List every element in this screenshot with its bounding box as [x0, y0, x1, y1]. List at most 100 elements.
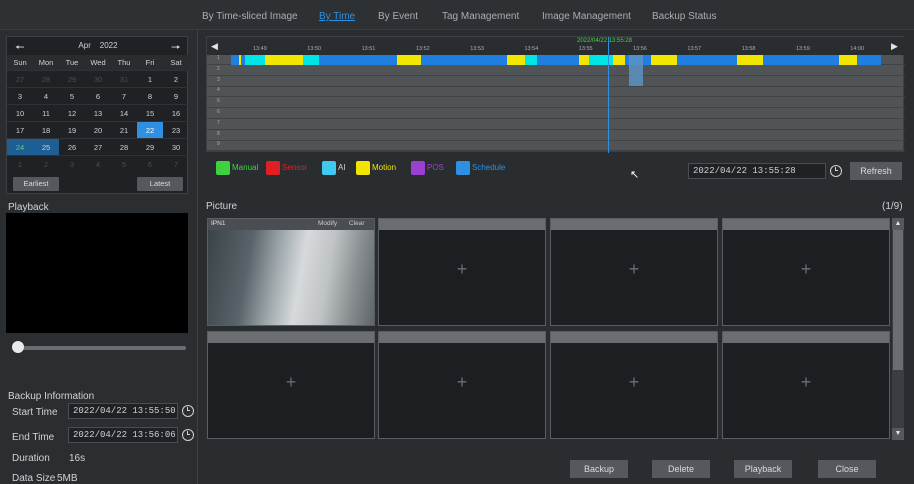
calendar-day[interactable]: 7: [111, 87, 137, 104]
end-time-clock-icon[interactable]: [182, 429, 194, 441]
datetime-field[interactable]: 2022/04/22 13:55:28: [688, 163, 826, 179]
modify-link[interactable]: Modify: [318, 220, 337, 227]
picture-cell[interactable]: +: [722, 218, 890, 326]
close-button[interactable]: Close: [818, 460, 876, 478]
timeline-record-segment[interactable]: [303, 55, 319, 65]
calendar-day[interactable]: 9: [163, 87, 189, 104]
start-time-field[interactable]: 2022/04/22 13:55:50: [68, 403, 178, 419]
picture-cell[interactable]: +: [378, 218, 546, 326]
tab-by-event[interactable]: By Event: [378, 11, 418, 22]
calendar-day[interactable]: 8: [137, 87, 163, 104]
calendar-day[interactable]: 5: [59, 87, 85, 104]
calendar-day[interactable]: 6: [85, 87, 111, 104]
timeline-row[interactable]: 6: [207, 109, 905, 119]
add-picture-plus-icon[interactable]: +: [551, 259, 717, 280]
calendar-day[interactable]: 22: [137, 121, 163, 138]
legend-item[interactable]: Motion: [356, 161, 396, 175]
playback-slider-knob[interactable]: [12, 341, 24, 353]
timeline-record-segment[interactable]: [857, 55, 881, 65]
calendar-day[interactable]: 27: [85, 138, 111, 155]
calendar-day[interactable]: 4: [85, 155, 111, 172]
picture-cell[interactable]: +: [207, 331, 375, 439]
picture-cell[interactable]: IPN1 Modify Clear: [207, 218, 375, 326]
timeline-record-segment[interactable]: [525, 55, 537, 65]
calendar-day[interactable]: 20: [85, 121, 111, 138]
timeline-row[interactable]: 3: [207, 77, 905, 87]
legend-item[interactable]: AI: [322, 161, 346, 175]
calendar-day[interactable]: 1: [7, 155, 33, 172]
calendar-day[interactable]: 14: [111, 104, 137, 121]
legend-item[interactable]: Manual: [216, 161, 258, 175]
refresh-button[interactable]: Refresh: [850, 162, 902, 180]
timeline-row[interactable]: 7: [207, 120, 905, 130]
calendar-day[interactable]: 11: [33, 104, 59, 121]
delete-button[interactable]: Delete: [652, 460, 710, 478]
picture-cell[interactable]: +: [550, 218, 718, 326]
legend-item[interactable]: Schedule: [456, 161, 505, 175]
calendar-day[interactable]: 23: [163, 121, 189, 138]
timeline-record-segment[interactable]: [579, 55, 589, 65]
latest-button[interactable]: Latest: [137, 177, 183, 191]
calendar-day[interactable]: 6: [137, 155, 163, 172]
playback-button[interactable]: Playback: [734, 460, 792, 478]
calendar-day[interactable]: 3: [59, 155, 85, 172]
calendar-day[interactable]: 2: [163, 70, 189, 87]
picture-cell[interactable]: +: [378, 331, 546, 439]
picture-cell[interactable]: +: [550, 331, 718, 439]
end-time-field[interactable]: 2022/04/22 13:56:06: [68, 427, 178, 443]
calendar-day[interactable]: 4: [33, 87, 59, 104]
calendar-day[interactable]: 1: [137, 70, 163, 87]
legend-item[interactable]: POS: [411, 161, 444, 175]
tab-image-management[interactable]: Image Management: [542, 11, 631, 22]
timeline-record-segment[interactable]: [319, 55, 397, 65]
calendar-day[interactable]: 7: [163, 155, 189, 172]
playback-slider-track[interactable]: [14, 346, 186, 350]
timeline-record-segment[interactable]: [421, 55, 507, 65]
timeline-record-segment[interactable]: [231, 55, 239, 65]
picture-scrollbar-thumb[interactable]: [893, 230, 903, 370]
timeline-record-segment[interactable]: [265, 55, 303, 65]
calendar-day[interactable]: 19: [59, 121, 85, 138]
add-picture-plus-icon[interactable]: +: [379, 372, 545, 393]
calendar-day[interactable]: 5: [111, 155, 137, 172]
picture-cell[interactable]: +: [722, 331, 890, 439]
timeline-row[interactable]: 9: [207, 141, 905, 152]
calendar-day[interactable]: 30: [163, 138, 189, 155]
add-picture-plus-icon[interactable]: +: [208, 372, 374, 393]
timeline-row[interactable]: 5: [207, 98, 905, 109]
timeline-record-segment[interactable]: [613, 55, 625, 65]
calendar-day[interactable]: 28: [111, 138, 137, 155]
timeline-row[interactable]: 4: [207, 87, 905, 98]
timeline-cursor[interactable]: [608, 37, 609, 153]
calendar-day[interactable]: 27: [7, 70, 33, 87]
timeline[interactable]: ◀ ▶ 2022/04/22 13:55:28 13:49 13:50 13:51 1…: [206, 36, 905, 153]
tab-tag-management[interactable]: Tag Management: [442, 11, 519, 22]
timeline-record-segment[interactable]: [677, 55, 737, 65]
calendar-day[interactable]: 15: [137, 104, 163, 121]
timeline-record-segment[interactable]: [397, 55, 421, 65]
add-picture-plus-icon[interactable]: +: [723, 372, 889, 393]
calendar-day[interactable]: 10: [7, 104, 33, 121]
timeline-record-segment[interactable]: [507, 55, 525, 65]
calendar-day[interactable]: 13: [85, 104, 111, 121]
calendar-day[interactable]: 31: [111, 70, 137, 87]
tab-backup-status[interactable]: Backup Status: [652, 11, 716, 22]
calendar-day[interactable]: 30: [85, 70, 111, 87]
start-time-clock-icon[interactable]: [182, 405, 194, 417]
timeline-row[interactable]: 8: [207, 131, 905, 141]
add-picture-plus-icon[interactable]: +: [551, 372, 717, 393]
timeline-record-segment[interactable]: [839, 55, 857, 65]
tab-by-time-sliced-image[interactable]: By Time-sliced Image: [202, 11, 298, 22]
timeline-record-segment[interactable]: [537, 55, 579, 65]
calendar-day[interactable]: 25: [33, 138, 59, 155]
timeline-record-segment[interactable]: [737, 55, 763, 65]
timeline-selection[interactable]: [629, 55, 643, 86]
calendar-day[interactable]: 29: [137, 138, 163, 155]
timeline-row[interactable]: 2: [207, 66, 905, 76]
calendar-day[interactable]: 2: [33, 155, 59, 172]
calendar-day[interactable]: 17: [7, 121, 33, 138]
calendar-day[interactable]: 16: [163, 104, 189, 121]
timeline-record-segment[interactable]: [245, 55, 265, 65]
add-picture-plus-icon[interactable]: +: [379, 259, 545, 280]
add-picture-plus-icon[interactable]: +: [723, 259, 889, 280]
